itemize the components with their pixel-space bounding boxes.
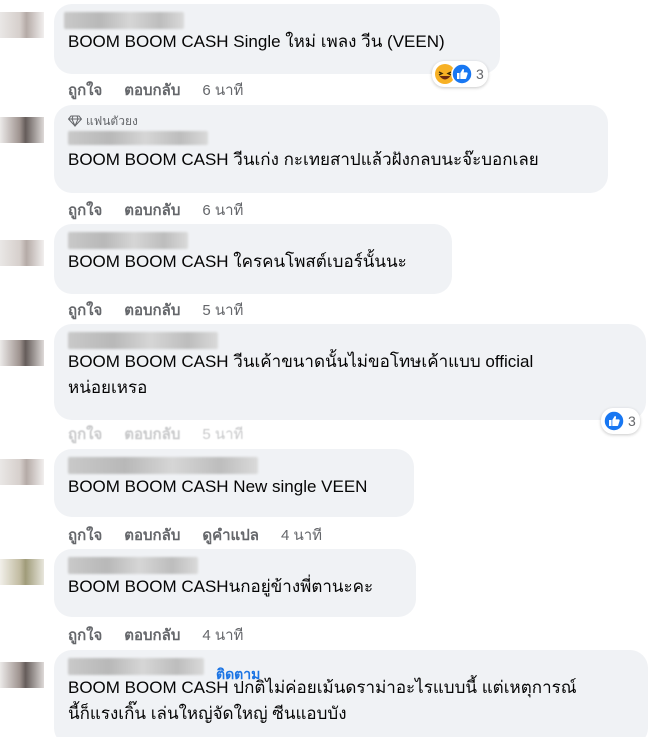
- reply-button[interactable]: ตอบกลับ: [124, 623, 180, 647]
- comment-actions: ถูกใจ ตอบกลับ ดูคำแปล 4 นาที: [68, 523, 322, 547]
- comment-text: BOOM BOOM CASH วีนเก่ง กะเทยสาปแล้วฝังกล…: [68, 150, 539, 169]
- comment-feed: BOOM BOOM CASH Single ใหม่ เพลง วีน (VEE…: [0, 0, 652, 737]
- comment-text: BOOM BOOM CASH วีนเค้าขนาดนั้นไม่ขอโทษเค…: [68, 352, 534, 397]
- like-button[interactable]: ถูกใจ: [68, 298, 102, 322]
- like-icon: [451, 63, 473, 85]
- reaction-count: 3: [476, 66, 484, 82]
- badge-label: แฟนตัวยง: [86, 113, 138, 128]
- comment-bubble: BOOM BOOM CASH ใครคนโพสต์เบอร์นั้นนะ: [54, 224, 452, 294]
- like-button[interactable]: ถูกใจ: [68, 623, 102, 647]
- comment-text: BOOM BOOM CASH ปกติไม่ค่อยเม้นดราม่าอะไร…: [68, 678, 577, 723]
- timestamp[interactable]: 4 นาที: [202, 623, 243, 647]
- avatar[interactable]: [0, 240, 44, 266]
- comment-text: BOOM BOOM CASH ใครคนโพสต์เบอร์นั้นนะ: [68, 252, 407, 271]
- comment-actions: ถูกใจ ตอบกลับ 6 นาที: [68, 78, 243, 102]
- comment-actions: ถูกใจ ตอบกลับ 5 นาที: [68, 298, 243, 322]
- see-translation-button[interactable]: ดูคำแปล: [202, 523, 259, 547]
- timestamp[interactable]: 5 นาที: [202, 422, 243, 446]
- reaction-count: 3: [628, 413, 636, 429]
- diamond-icon: [68, 115, 82, 127]
- comment-actions: ถูกใจ ตอบกลับ 4 นาที: [68, 623, 243, 647]
- timestamp[interactable]: 4 นาที: [281, 523, 322, 547]
- timestamp[interactable]: 5 นาที: [202, 298, 243, 322]
- author-name-blurred[interactable]: [68, 131, 208, 145]
- avatar[interactable]: [0, 559, 44, 585]
- avatar[interactable]: [0, 459, 44, 485]
- comment-bubble: BOOM BOOM CASH ปกติไม่ค่อยเม้นดราม่าอะไร…: [54, 650, 648, 737]
- comment-bubble: BOOM BOOM CASHนกอยู่ข้างพี่ตานะคะ: [54, 549, 416, 617]
- author-name-blurred[interactable]: [68, 557, 198, 574]
- comment-bubble: แฟนตัวยง BOOM BOOM CASH วีนเก่ง กะเทยสาป…: [54, 105, 608, 193]
- author-name-blurred[interactable]: [68, 457, 258, 474]
- reply-button[interactable]: ตอบกลับ: [124, 78, 180, 102]
- like-button[interactable]: ถูกใจ: [68, 523, 102, 547]
- like-button[interactable]: ถูกใจ: [68, 422, 102, 446]
- comment-bubble: BOOM BOOM CASH New single VEEN: [54, 449, 414, 517]
- comment-actions: ถูกใจ ตอบกลับ 6 นาที: [68, 198, 243, 222]
- author-name-blurred[interactable]: [64, 12, 184, 29]
- comment-text: BOOM BOOM CASH Single ใหม่ เพลง วีน (VEE…: [68, 32, 445, 51]
- avatar[interactable]: [0, 662, 44, 688]
- like-button[interactable]: ถูกใจ: [68, 78, 102, 102]
- avatar[interactable]: [0, 340, 44, 366]
- reply-button[interactable]: ตอบกลับ: [124, 523, 180, 547]
- avatar[interactable]: [0, 12, 44, 38]
- like-icon: [603, 410, 625, 432]
- timestamp[interactable]: 6 นาที: [202, 78, 243, 102]
- follow-button[interactable]: ติดตาม: [216, 664, 260, 686]
- comment-text: BOOM BOOM CASH New single VEEN: [68, 477, 368, 496]
- like-button[interactable]: ถูกใจ: [68, 198, 102, 222]
- reply-button[interactable]: ตอบกลับ: [124, 298, 180, 322]
- comment-bubble: BOOM BOOM CASH วีนเค้าขนาดนั้นไม่ขอโทษเค…: [54, 324, 646, 420]
- author-name-blurred[interactable]: [68, 332, 218, 349]
- reply-button[interactable]: ตอบกลับ: [124, 198, 180, 222]
- reaction-summary[interactable]: 3: [432, 61, 488, 87]
- comment-text: BOOM BOOM CASHนกอยู่ข้างพี่ตานะคะ: [68, 577, 374, 596]
- author-name-blurred[interactable]: [68, 658, 204, 675]
- top-fan-badge: แฟนตัวยง: [68, 113, 594, 129]
- timestamp[interactable]: 6 นาที: [202, 198, 243, 222]
- reply-button[interactable]: ตอบกลับ: [124, 422, 180, 446]
- reaction-summary[interactable]: 3: [601, 408, 640, 434]
- author-name-blurred[interactable]: [68, 232, 188, 249]
- avatar[interactable]: [0, 117, 44, 143]
- comment-actions: ถูกใจ ตอบกลับ 5 นาที: [68, 422, 243, 446]
